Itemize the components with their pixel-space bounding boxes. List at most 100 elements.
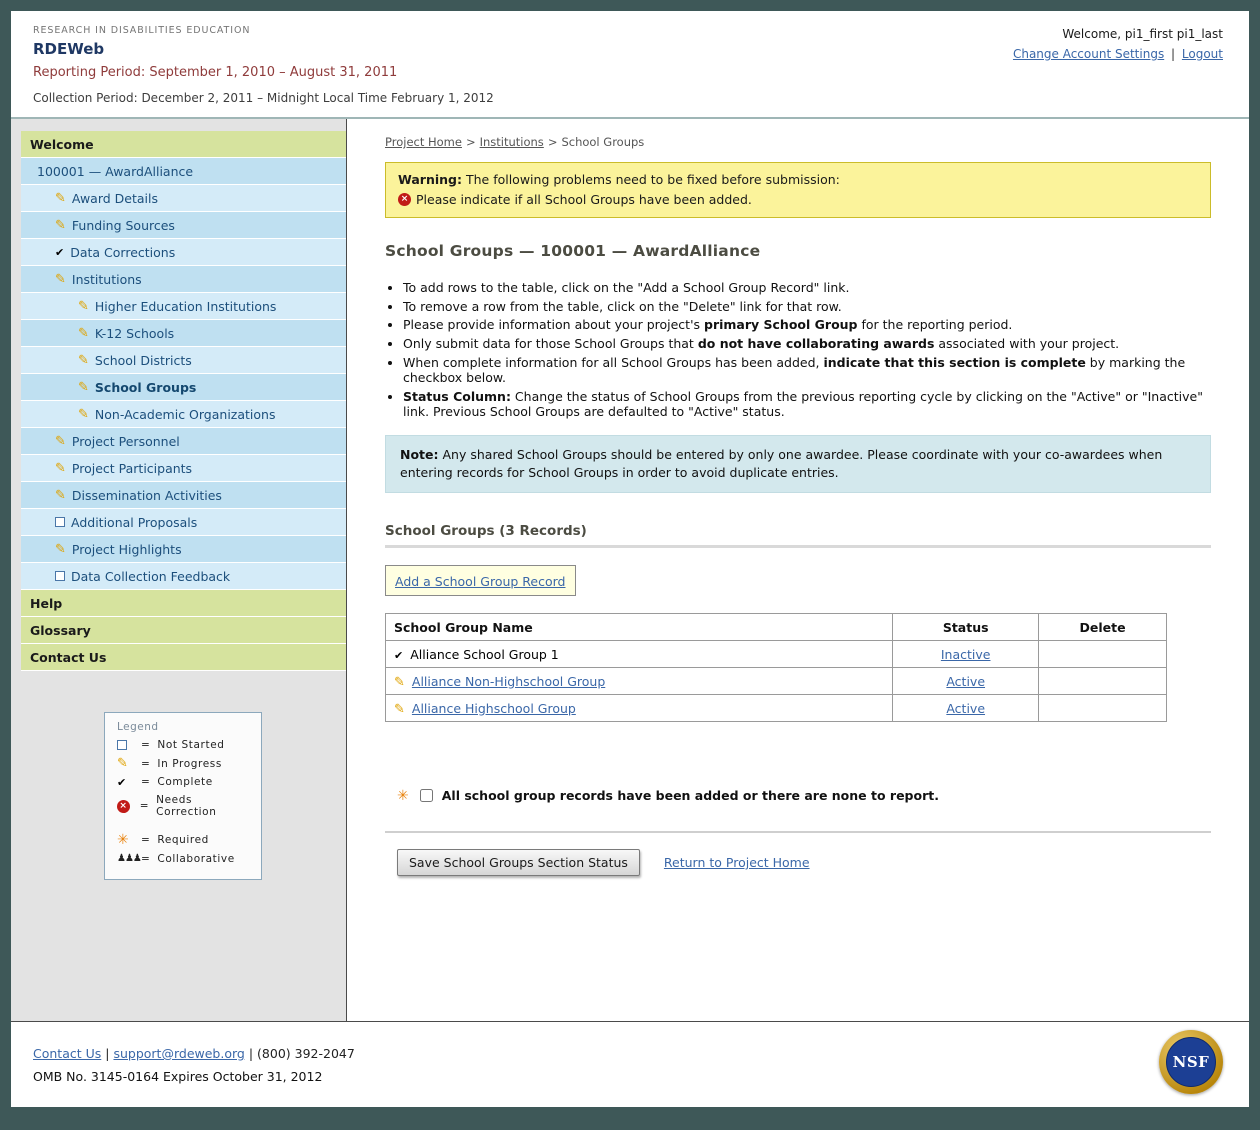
record-name-cell: ✎Alliance Highschool Group <box>386 695 893 722</box>
status-link[interactable]: Active <box>946 701 985 716</box>
change-account-settings-link[interactable]: Change Account Settings <box>1013 47 1164 61</box>
record-name[interactable]: Alliance Non-Highschool Group <box>412 674 605 689</box>
records-table-body: ✔Alliance School Group 1Inactive ✎Allianc… <box>386 641 1167 722</box>
footer-contact-link[interactable]: Contact Us <box>33 1046 101 1061</box>
checkbox-icon <box>55 571 65 581</box>
save-section-status-button[interactable]: Save School Groups Section Status <box>397 849 640 876</box>
sidebar-item-label: Award Details <box>72 191 158 206</box>
content-row: Welcome100001 — AwardAlliance✎Award Deta… <box>11 119 1249 1021</box>
sidebar-item-label: Funding Sources <box>72 218 175 233</box>
legend-equals: = <box>141 739 150 751</box>
record-name[interactable]: Alliance Highschool Group <box>412 701 576 716</box>
sidebar-item-label: Glossary <box>30 623 91 638</box>
sidebar-item-label: Welcome <box>30 137 94 152</box>
sidebar-item-school-groups[interactable]: ✎ School Groups <box>21 374 346 401</box>
return-to-project-home-link[interactable]: Return to Project Home <box>664 855 810 870</box>
completion-row: ✳ All school group records have been add… <box>385 788 1211 803</box>
legend-label: In Progress <box>157 758 222 770</box>
sidebar-item-award-details[interactable]: ✎Award Details <box>21 185 346 212</box>
breadcrumb-project-home[interactable]: Project Home <box>385 135 462 149</box>
warning-box: Warning: The following problems need to … <box>385 162 1211 218</box>
status-link[interactable]: Inactive <box>941 647 991 662</box>
sidebar-item-k-12-schools[interactable]: ✎K-12 Schools <box>21 320 346 347</box>
sidebar-item-label: Additional Proposals <box>71 515 197 530</box>
legend-label: Complete <box>157 776 212 788</box>
sidebar-item-funding-sources[interactable]: ✎Funding Sources <box>21 212 346 239</box>
section-complete-checkbox[interactable] <box>420 789 433 802</box>
sidebar-item-non-academic-organizations[interactable]: ✎Non-Academic Organizations <box>21 401 346 428</box>
legend-equals: = <box>140 800 149 812</box>
note-text: Any shared School Groups should be enter… <box>400 447 1162 480</box>
breadcrumb-institutions[interactable]: Institutions <box>480 135 544 149</box>
col-delete: Delete <box>1039 614 1167 641</box>
header-link-separator: | <box>1171 47 1175 61</box>
logout-link[interactable]: Logout <box>1182 47 1223 61</box>
pencil-icon: ✎ <box>78 381 89 394</box>
note-box: Note: Any shared School Groups should be… <box>385 435 1211 493</box>
pencil-icon: ✎ <box>55 462 66 475</box>
delete-cell <box>1039 668 1167 695</box>
sidebar-item-label: School Groups <box>95 380 196 395</box>
legend-equals: = <box>141 834 150 846</box>
checkbox-icon <box>117 740 127 750</box>
sidebar-item-label: Institutions <box>72 272 142 287</box>
add-record-link[interactable]: Add a School Group Record <box>395 574 566 589</box>
sidebar-item-additional-proposals[interactable]: Additional Proposals <box>21 509 346 536</box>
instructions-list: To add rows to the table, click on the "… <box>385 280 1211 420</box>
sidebar-item-help[interactable]: Help <box>21 590 346 617</box>
warning-title: Warning: <box>398 172 462 187</box>
required-icon: ✳ <box>397 789 409 803</box>
sidebar-item-project-participants[interactable]: ✎ Project Participants <box>21 455 346 482</box>
warning-items: ×Please indicate if all School Groups ha… <box>398 192 1198 207</box>
table-header-row: School Group Name Status Delete <box>386 614 1167 641</box>
footer-email-link[interactable]: support@rdeweb.org <box>113 1046 244 1061</box>
sidebar-nav: Welcome100001 — AwardAlliance✎Award Deta… <box>21 131 346 671</box>
account-links: Change Account Settings | Logout <box>1013 47 1223 61</box>
sidebar-item-project-highlights[interactable]: ✎ Project Highlights <box>21 536 346 563</box>
add-record-box[interactable]: Add a School Group Record <box>385 565 576 596</box>
nsf-logo-text: NSF <box>1166 1037 1216 1087</box>
footer: Contact Us | support@rdeweb.org | (800) … <box>11 1021 1249 1107</box>
sidebar-item-glossary[interactable]: Glossary <box>21 617 346 644</box>
sidebar-item-label: Non-Academic Organizations <box>95 407 276 422</box>
sidebar-item-data-corrections[interactable]: ✔Data Corrections <box>21 239 346 266</box>
pencil-icon: ✎ <box>78 300 89 313</box>
sidebar-item-label: Dissemination Activities <box>72 488 222 503</box>
welcome-text: Welcome, pi1_first pi1_last <box>1013 27 1223 41</box>
legend-title: Legend <box>117 721 251 733</box>
legend-item-in-progress: ✎=In Progress <box>117 757 251 770</box>
sidebar-item-project-personnel[interactable]: ✎Project Personnel <box>21 428 346 455</box>
sidebar-item-label: Project Participants <box>72 461 192 476</box>
nsf-logo: NSF <box>1159 1030 1223 1094</box>
breadcrumb-school-groups: School Groups <box>561 135 644 149</box>
sidebar-item-label: 100001 — AwardAlliance <box>37 164 193 179</box>
main-content: Project Home>Institutions>School Groups … <box>347 119 1249 1021</box>
sidebar-item-contact-us[interactable]: Contact Us <box>21 644 346 671</box>
sidebar-item-institutions[interactable]: ✎Institutions <box>21 266 346 293</box>
sidebar-item-label: Project Highlights <box>72 542 182 557</box>
sidebar-item-100001-awardalliance[interactable]: 100001 — AwardAlliance <box>21 158 346 185</box>
legend-label: Needs Correction <box>156 794 251 818</box>
warning-header: Warning: The following problems need to … <box>398 172 1198 187</box>
actions-divider <box>385 831 1211 833</box>
sidebar-item-school-districts[interactable]: ✎School Districts <box>21 347 346 374</box>
instruction-item: Only submit data for those School Groups… <box>403 336 1211 352</box>
sidebar-item-label: Data Collection Feedback <box>71 569 230 584</box>
pencil-icon: ✎ <box>55 543 66 556</box>
legend-equals: = <box>141 776 150 788</box>
legend: Legend =Not Started✎=In Progress✔=Comple… <box>104 712 262 880</box>
sidebar-item-welcome[interactable]: Welcome <box>21 131 346 158</box>
sidebar-item-dissemination-activities[interactable]: ✎Dissemination Activities <box>21 482 346 509</box>
footer-separator-1: | <box>105 1046 109 1061</box>
collection-period: Collection Period: December 2, 2011 – Mi… <box>33 91 494 105</box>
footer-omb: OMB No. 3145-0164 Expires October 31, 20… <box>33 1069 1223 1084</box>
records-divider <box>385 545 1211 548</box>
sidebar-item-higher-education-institutions[interactable]: ✎Higher Education Institutions <box>21 293 346 320</box>
legend-equals: = <box>141 758 150 770</box>
legend-item-complete: ✔=Complete <box>117 776 251 788</box>
table-row: ✔Alliance School Group 1Inactive <box>386 641 1167 668</box>
sidebar-item-data-collection-feedback[interactable]: Data Collection Feedback <box>21 563 346 590</box>
footer-contact-line: Contact Us | support@rdeweb.org | (800) … <box>33 1046 1223 1061</box>
status-link[interactable]: Active <box>946 674 985 689</box>
record-status-cell: Active <box>893 668 1039 695</box>
